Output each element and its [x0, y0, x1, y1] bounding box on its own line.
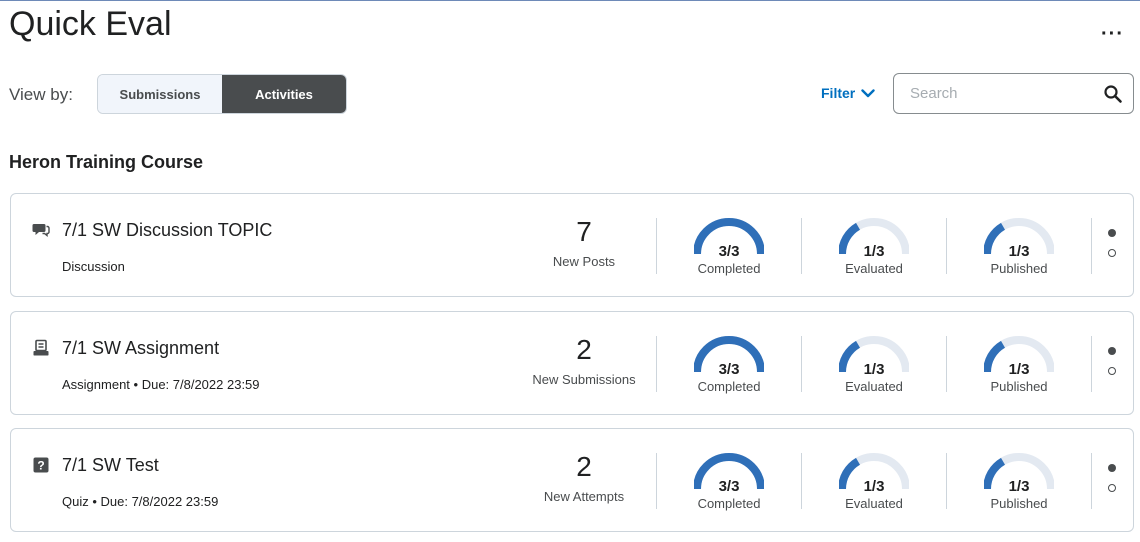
- completed-value: 3/3: [718, 243, 740, 260]
- divider: [656, 336, 657, 392]
- evaluated-label: Evaluated: [845, 261, 903, 276]
- activity-card: ? 7/1 SW Test Quiz • Due: 7/8/2022 23:59…: [10, 428, 1134, 532]
- published-value: 1/3: [1008, 361, 1030, 378]
- assignment-icon: [32, 339, 50, 357]
- divider: [1091, 336, 1092, 392]
- divider: [801, 336, 802, 392]
- card-options-button[interactable]: [1107, 229, 1119, 265]
- evaluated-gauge[interactable]: 1/3 Evaluated: [814, 216, 934, 278]
- card-options-button[interactable]: [1107, 347, 1119, 383]
- discussion-icon: [32, 221, 50, 239]
- published-value: 1/3: [1008, 243, 1030, 260]
- published-label: Published: [990, 496, 1048, 511]
- activity-card: 7/1 SW Discussion TOPIC Discussion 7 New…: [10, 193, 1134, 297]
- svg-text:?: ?: [37, 459, 44, 473]
- evaluated-value: 1/3: [863, 361, 885, 378]
- completed-label: Completed: [697, 496, 761, 511]
- filled-dot-icon: [1108, 229, 1116, 237]
- search-icon[interactable]: [1103, 84, 1123, 109]
- completed-label: Completed: [697, 261, 761, 276]
- activity-title[interactable]: 7/1 SW Test: [62, 455, 159, 476]
- evaluated-label: Evaluated: [845, 496, 903, 511]
- filter-label: Filter: [821, 85, 856, 101]
- evaluated-gauge[interactable]: 1/3 Evaluated: [814, 451, 934, 513]
- divider: [656, 453, 657, 509]
- card-options-button[interactable]: [1107, 464, 1119, 500]
- published-gauge[interactable]: 1/3 Published: [959, 451, 1079, 513]
- open-dot-icon: [1108, 367, 1116, 375]
- view-by-toggle: Submissions Activities: [97, 74, 347, 114]
- divider: [946, 218, 947, 274]
- published-gauge[interactable]: 1/3 Published: [959, 216, 1079, 278]
- activity-subtitle: Discussion: [62, 259, 125, 274]
- chevron-down-icon: [861, 85, 875, 101]
- new-count-label: New Attempts: [543, 489, 625, 504]
- search-input[interactable]: [908, 84, 1092, 103]
- evaluated-label: Evaluated: [845, 379, 903, 394]
- new-count: 2: [576, 451, 592, 482]
- evaluated-value: 1/3: [863, 243, 885, 260]
- activity-subtitle: Assignment • Due: 7/8/2022 23:59: [62, 377, 260, 392]
- view-by-label: View by:: [9, 85, 73, 104]
- page-title: Quick Eval: [9, 5, 172, 43]
- new-count: 2: [576, 334, 592, 365]
- more-options-button[interactable]: ···: [1101, 23, 1124, 46]
- published-label: Published: [990, 379, 1048, 394]
- activity-card: 7/1 SW Assignment Assignment • Due: 7/8/…: [10, 311, 1134, 415]
- activity-title[interactable]: 7/1 SW Assignment: [62, 338, 219, 359]
- divider: [801, 218, 802, 274]
- divider: [656, 218, 657, 274]
- course-title: Heron Training Course: [9, 152, 204, 172]
- evaluated-value: 1/3: [863, 478, 885, 495]
- filter-button[interactable]: Filter: [821, 85, 875, 101]
- divider: [1091, 218, 1092, 274]
- new-count-label: New Submissions: [532, 372, 636, 387]
- activity-title[interactable]: 7/1 SW Discussion TOPIC: [62, 220, 272, 241]
- divider: [946, 336, 947, 392]
- view-by-submissions-button[interactable]: Submissions: [98, 75, 222, 113]
- completed-label: Completed: [697, 379, 761, 394]
- evaluated-gauge[interactable]: 1/3 Evaluated: [814, 334, 934, 396]
- view-by-activities-button[interactable]: Activities: [222, 75, 346, 113]
- completed-gauge[interactable]: 3/3 Completed: [669, 451, 789, 513]
- open-dot-icon: [1108, 484, 1116, 492]
- search-box: [893, 73, 1134, 114]
- divider: [801, 453, 802, 509]
- published-value: 1/3: [1008, 478, 1030, 495]
- divider: [946, 453, 947, 509]
- divider: [1091, 453, 1092, 509]
- activity-subtitle: Quiz • Due: 7/8/2022 23:59: [62, 494, 219, 509]
- published-label: Published: [990, 261, 1048, 276]
- completed-value: 3/3: [718, 478, 740, 495]
- completed-gauge[interactable]: 3/3 Completed: [669, 334, 789, 396]
- completed-gauge[interactable]: 3/3 Completed: [669, 216, 789, 278]
- open-dot-icon: [1108, 249, 1116, 257]
- new-count-label: New Posts: [552, 254, 616, 269]
- filled-dot-icon: [1108, 347, 1116, 355]
- published-gauge[interactable]: 1/3 Published: [959, 334, 1079, 396]
- completed-value: 3/3: [718, 361, 740, 378]
- new-count: 7: [576, 216, 592, 247]
- quiz-icon: ?: [32, 456, 50, 474]
- filled-dot-icon: [1108, 464, 1116, 472]
